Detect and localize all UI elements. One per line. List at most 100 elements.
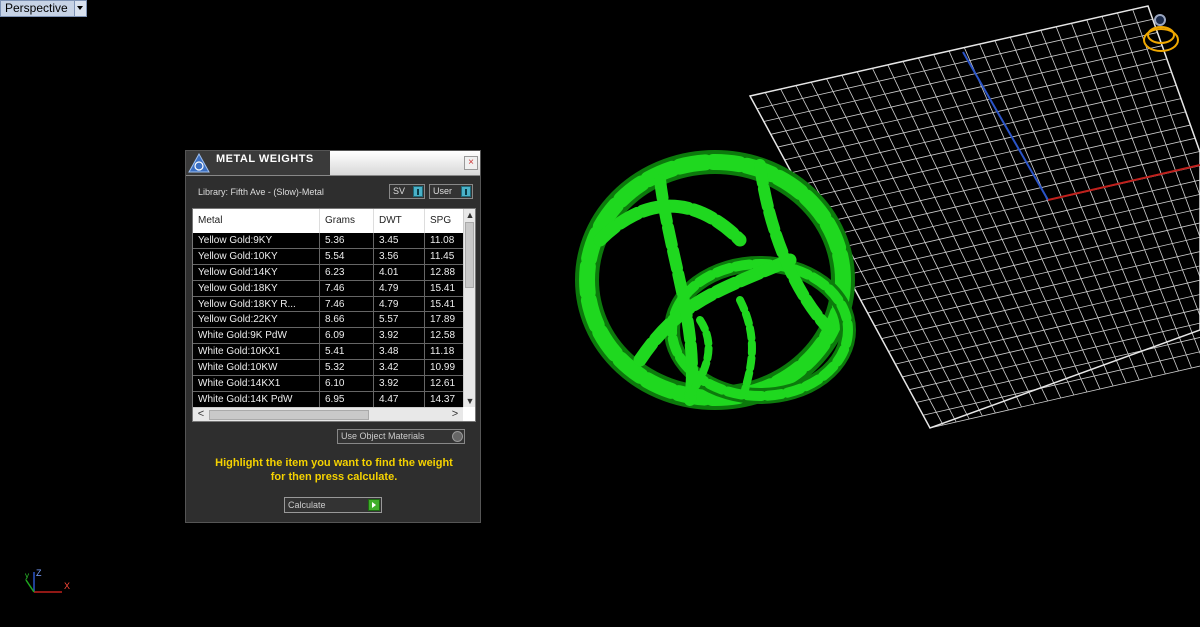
library-label: Library: Fifth Ave - (Slow)-Metal bbox=[198, 187, 324, 197]
scroll-down-icon[interactable]: ▼ bbox=[464, 395, 475, 407]
cell-spg: 12.88 bbox=[430, 266, 456, 278]
cell-metal: White Gold:14KX1 bbox=[193, 376, 320, 391]
cell-grams: 8.66 bbox=[320, 312, 374, 328]
instruction-line-2: for then press calculate. bbox=[270, 471, 398, 483]
vertical-scrollbar[interactable]: ▲ ▼ bbox=[463, 209, 475, 407]
cell-metal: Yellow Gold:10KY bbox=[193, 248, 320, 264]
cell-spg: 11.45 bbox=[430, 250, 455, 262]
viewport-title[interactable]: Perspective bbox=[0, 0, 87, 17]
cell-dwt: 4.47 bbox=[374, 391, 425, 407]
table-row[interactable]: Yellow Gold:14KY 6.23 4.01 12.88 bbox=[193, 264, 463, 281]
cell-grams: 6.23 bbox=[320, 264, 374, 280]
play-arrow-icon[interactable] bbox=[368, 499, 380, 511]
viewport-scene[interactable]: Z y X bbox=[0, 0, 1200, 627]
ring-model bbox=[575, 150, 856, 410]
cell-spg: 12.58 bbox=[430, 330, 456, 342]
column-header-spg[interactable]: SPG bbox=[425, 209, 463, 233]
cell-spg: 11.08 bbox=[430, 235, 455, 246]
cell-dwt: 3.48 bbox=[374, 344, 425, 360]
panel-titlebar[interactable]: METAL WEIGHTS × bbox=[186, 151, 480, 176]
table-row[interactable]: Yellow Gold:22KY 8.66 5.57 17.89 bbox=[193, 312, 463, 329]
specific-gravity-select[interactable]: SV bbox=[389, 184, 425, 199]
table-row[interactable]: White Gold:10KX1 5.41 3.48 11.18 bbox=[193, 344, 463, 361]
column-header-dwt[interactable]: DWT bbox=[374, 209, 425, 233]
metal-table[interactable]: Metal Grams DWT SPG Yellow Gold:9KY 5.36 3… bbox=[192, 208, 476, 422]
cell-metal: Yellow Gold:14KY bbox=[193, 264, 320, 280]
matrix-logo-icon bbox=[188, 153, 210, 173]
cell-grams: 7.46 bbox=[320, 280, 374, 296]
cell-dwt: 3.56 bbox=[374, 248, 425, 264]
cell-spg: 15.41 bbox=[430, 298, 456, 310]
cell-grams: 6.10 bbox=[320, 376, 374, 391]
cell-metal: Yellow Gold:9KY bbox=[193, 233, 320, 248]
use-object-materials-label: Use Object Materials bbox=[341, 431, 425, 441]
axis-label-y: y bbox=[25, 571, 29, 580]
cell-dwt: 3.92 bbox=[374, 376, 425, 391]
cell-grams: 6.95 bbox=[320, 391, 374, 407]
cell-metal: White Gold:10KX1 bbox=[193, 344, 320, 360]
user-select[interactable]: User bbox=[429, 184, 473, 199]
cell-metal: Yellow Gold:18KY bbox=[193, 280, 320, 296]
user-select-value: User bbox=[433, 186, 453, 196]
metal-weights-panel: METAL WEIGHTS × Library: Fifth Ave - (Sl… bbox=[185, 150, 481, 523]
cell-dwt: 4.01 bbox=[374, 264, 425, 280]
cell-dwt: 3.92 bbox=[374, 328, 425, 344]
table-row[interactable]: Yellow Gold:10KY 5.54 3.56 11.45 bbox=[193, 248, 463, 265]
axis-label-z: Z bbox=[36, 568, 42, 578]
cell-grams: 5.41 bbox=[320, 344, 374, 360]
table-row[interactable]: Yellow Gold:9KY 5.36 3.45 11.08 bbox=[193, 233, 463, 249]
cell-metal: White Gold:14K PdW bbox=[193, 391, 320, 407]
table-row[interactable]: Yellow Gold:18KY 7.46 4.79 15.41 bbox=[193, 280, 463, 297]
table-row[interactable]: White Gold:14KX1 6.10 3.92 12.61 bbox=[193, 376, 463, 392]
specific-gravity-value: SV bbox=[393, 186, 406, 196]
scroll-left-icon[interactable]: < bbox=[195, 408, 207, 421]
cell-grams: 5.32 bbox=[320, 360, 374, 376]
calculate-button[interactable]: Calculate bbox=[284, 497, 382, 513]
cell-dwt: 4.79 bbox=[374, 296, 425, 312]
cell-grams: 5.36 bbox=[320, 233, 374, 248]
scroll-up-icon[interactable]: ▲ bbox=[464, 209, 475, 221]
cell-dwt: 3.45 bbox=[374, 233, 425, 248]
cell-grams: 7.46 bbox=[320, 296, 374, 312]
info-icon[interactable] bbox=[413, 186, 423, 197]
instruction-line-1: Highlight the item you want to find the … bbox=[215, 457, 453, 469]
cell-spg: 11.18 bbox=[430, 346, 455, 358]
table-body: Yellow Gold:9KY 5.36 3.45 11.08 Yellow Gold:… bbox=[193, 233, 463, 408]
column-header-metal[interactable]: Metal bbox=[193, 209, 320, 233]
instruction-text: Highlight the item you want to find the … bbox=[196, 456, 472, 484]
cell-spg: 10.99 bbox=[430, 362, 456, 374]
scroll-right-icon[interactable]: > bbox=[449, 408, 461, 421]
horizontal-scrollbar[interactable]: < > bbox=[193, 407, 463, 421]
close-icon[interactable]: × bbox=[464, 156, 478, 170]
cell-dwt: 4.79 bbox=[374, 280, 425, 296]
cell-metal: Yellow Gold:22KY bbox=[193, 312, 320, 328]
cell-spg: 17.89 bbox=[430, 314, 456, 326]
cell-grams: 5.54 bbox=[320, 248, 374, 264]
cell-metal: Yellow Gold:18KY R... bbox=[193, 296, 320, 312]
axis-label-x: X bbox=[64, 581, 70, 591]
info-icon[interactable] bbox=[461, 186, 471, 197]
table-row[interactable]: Yellow Gold:18KY R... 7.46 4.79 15.41 bbox=[193, 296, 463, 313]
cell-grams: 6.09 bbox=[320, 328, 374, 344]
use-object-materials-toggle[interactable]: Use Object Materials bbox=[337, 429, 465, 444]
table-row[interactable]: White Gold:14K PdW 6.95 4.47 14.37 bbox=[193, 391, 463, 408]
scroll-thumb[interactable] bbox=[465, 222, 474, 288]
table-row[interactable]: White Gold:10KW 5.32 3.42 10.99 bbox=[193, 360, 463, 377]
panel-title: METAL WEIGHTS bbox=[216, 153, 314, 165]
table-header: Metal Grams DWT SPG bbox=[193, 209, 463, 233]
cell-spg: 14.37 bbox=[430, 393, 456, 405]
cell-dwt: 3.42 bbox=[374, 360, 425, 376]
cell-metal: White Gold:10KW bbox=[193, 360, 320, 376]
viewport-title-label: Perspective bbox=[5, 1, 68, 15]
cell-spg: 12.61 bbox=[430, 378, 456, 390]
cell-dwt: 5.57 bbox=[374, 312, 425, 328]
scroll-thumb[interactable] bbox=[209, 410, 369, 420]
column-header-grams[interactable]: Grams bbox=[320, 209, 374, 233]
table-row[interactable]: White Gold:9K PdW 6.09 3.92 12.58 bbox=[193, 328, 463, 345]
viewport-menu-dropdown-icon[interactable] bbox=[73, 1, 86, 16]
cell-spg: 15.41 bbox=[430, 282, 456, 294]
calculate-label: Calculate bbox=[288, 500, 326, 510]
toggle-icon[interactable] bbox=[452, 431, 463, 442]
cell-metal: White Gold:9K PdW bbox=[193, 328, 320, 344]
axis-triad-icon bbox=[25, 572, 62, 593]
